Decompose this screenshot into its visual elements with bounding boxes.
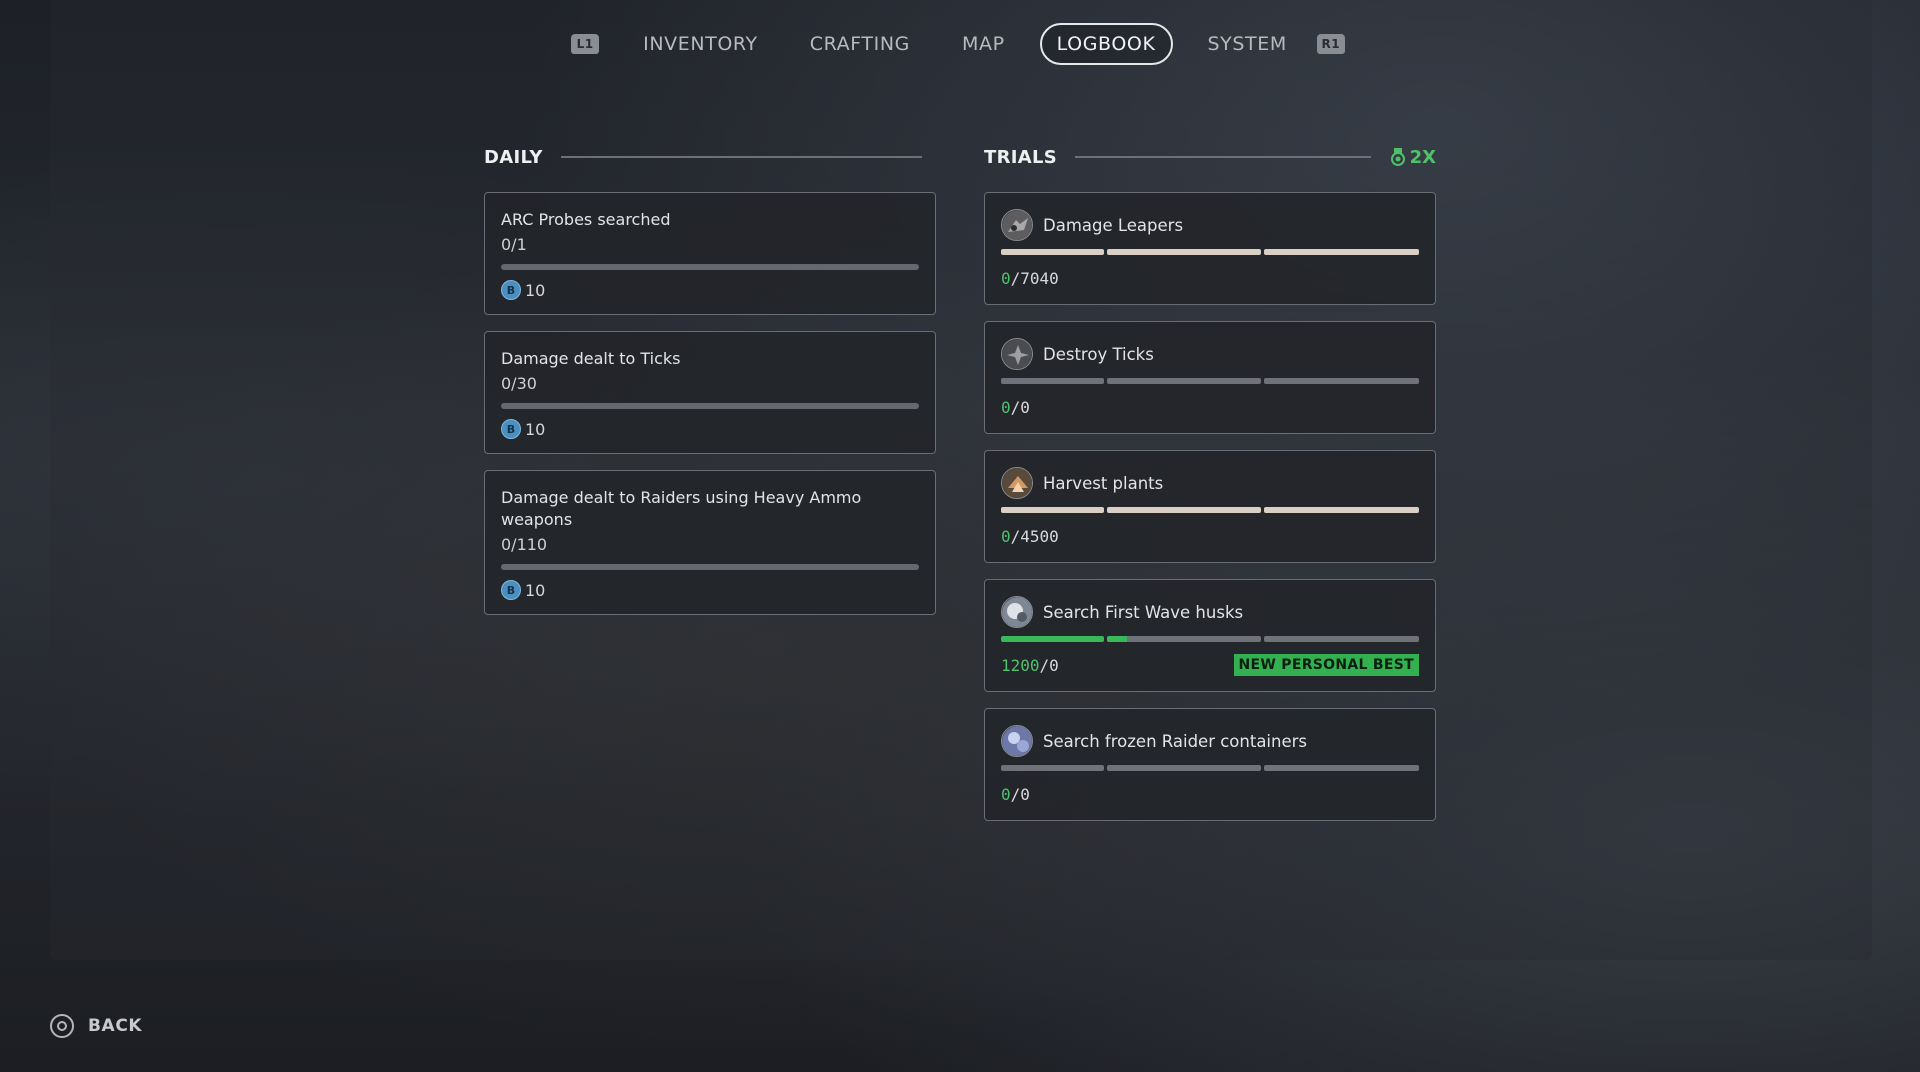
- coin-icon: B: [501, 580, 521, 600]
- trial-progress-segment: [1001, 378, 1104, 384]
- trial-current: 0: [1001, 526, 1011, 546]
- trial-progress-fill: [1106, 636, 1127, 642]
- trials-header: TRIALS 2X: [984, 140, 1436, 174]
- plant-icon: [1001, 467, 1033, 499]
- trial-progress-bar: [1001, 378, 1419, 384]
- trial-score: 0/4500: [1001, 526, 1059, 546]
- daily-header: DAILY: [484, 140, 936, 174]
- trial-card[interactable]: Harvest plants 0/4500: [984, 450, 1436, 563]
- tab-map[interactable]: MAP: [945, 23, 1022, 65]
- husk-icon: [1001, 596, 1033, 628]
- daily-progress-bar: [501, 403, 919, 409]
- trial-current: 0: [1001, 784, 1011, 804]
- trial-progress-segment: [1106, 765, 1262, 771]
- trial-progress-segment: [1264, 765, 1419, 771]
- daily-card-title: Damage dealt to Ticks: [501, 349, 681, 368]
- trial-target: 0: [1020, 397, 1030, 417]
- trial-target: 7040: [1020, 268, 1059, 288]
- personal-best-badge: NEW PERSONAL BEST: [1233, 654, 1419, 676]
- daily-section: DAILY ARC Probes searched 0/1 B 10 Damag…: [484, 140, 936, 631]
- daily-card-progress: 0/1: [501, 235, 527, 254]
- trial-name: Search frozen Raider containers: [1043, 731, 1307, 751]
- trial-progress-segment: [1264, 249, 1419, 255]
- trial-current: 1200: [1001, 655, 1040, 675]
- trial-target: 0: [1020, 784, 1030, 804]
- daily-divider: [560, 156, 922, 158]
- top-nav: L1 INVENTORY CRAFTING MAP LOGBOOK SYSTEM…: [0, 22, 1920, 66]
- trial-score: 0/0: [1001, 784, 1030, 804]
- logbook-panel-backdrop: [50, 0, 1872, 960]
- trials-multiplier: 2X: [1390, 146, 1436, 168]
- trial-current: 0: [1001, 397, 1011, 417]
- tab-system[interactable]: SYSTEM: [1191, 23, 1304, 65]
- trial-progress-bar: [1001, 249, 1419, 255]
- trial-current: 0: [1001, 268, 1011, 288]
- multiplier-value: 2X: [1409, 146, 1436, 168]
- trial-progress-bar: [1001, 765, 1419, 771]
- daily-progress-bar: [501, 264, 919, 270]
- trial-name: Harvest plants: [1043, 473, 1164, 493]
- trial-progress-segment: [1001, 249, 1104, 255]
- daily-reward-value: 10: [525, 280, 546, 300]
- trial-score: 0/7040: [1001, 268, 1059, 288]
- daily-card-progress: 0/30: [501, 374, 537, 393]
- trial-name: Destroy Ticks: [1043, 344, 1154, 364]
- trial-progress-segment: [1106, 507, 1262, 513]
- daily-reward: B 10: [501, 419, 919, 439]
- trial-target: 4500: [1020, 526, 1059, 546]
- trial-progress-segment: [1001, 636, 1104, 642]
- daily-reward-value: 10: [525, 419, 546, 439]
- circle-button-icon: [50, 1014, 74, 1038]
- trial-card[interactable]: Search frozen Raider containers 0/0: [984, 708, 1436, 821]
- daily-card-title: Damage dealt to Raiders using Heavy Ammo…: [501, 488, 862, 529]
- daily-card-progress: 0/110: [501, 535, 548, 554]
- trial-progress-segment: [1001, 765, 1104, 771]
- daily-card-title: ARC Probes searched: [501, 210, 671, 229]
- back-button[interactable]: BACK: [50, 1014, 142, 1038]
- trial-name: Damage Leapers: [1043, 215, 1184, 235]
- daily-card[interactable]: Damage dealt to Ticks 0/30 B 10: [484, 331, 936, 454]
- tick-icon: [1001, 338, 1033, 370]
- trial-progress-segment: [1264, 378, 1419, 384]
- trials-title: TRIALS: [984, 146, 1058, 168]
- daily-card[interactable]: ARC Probes searched 0/1 B 10: [484, 192, 936, 315]
- trial-progress-segment: [1106, 249, 1262, 255]
- daily-title: DAILY: [484, 146, 543, 168]
- trial-progress-segment: [1001, 507, 1104, 513]
- trial-progress-segment: [1264, 636, 1419, 642]
- trial-score: 1200/0: [1001, 655, 1059, 675]
- medal-icon: [1390, 148, 1405, 166]
- daily-reward: B 10: [501, 280, 919, 300]
- coin-icon: B: [501, 419, 521, 439]
- container-icon: [1001, 725, 1033, 757]
- trial-target: 0: [1049, 655, 1059, 675]
- coin-icon: B: [501, 280, 521, 300]
- tab-crafting[interactable]: CRAFTING: [793, 23, 927, 65]
- trial-name: Search First Wave husks: [1043, 602, 1244, 622]
- l1-button-icon[interactable]: L1: [571, 34, 600, 54]
- trial-progress-bar: [1001, 507, 1419, 513]
- trials-section: TRIALS 2X Damage Leapers 0/7040 Destroy …: [984, 140, 1436, 837]
- trial-progress-segment: [1264, 507, 1419, 513]
- tab-inventory[interactable]: INVENTORY: [626, 23, 775, 65]
- trial-progress-segment: [1106, 378, 1262, 384]
- r1-button-icon[interactable]: R1: [1316, 34, 1345, 54]
- trial-progress-segment: [1106, 636, 1262, 642]
- trial-card[interactable]: Damage Leapers 0/7040: [984, 192, 1436, 305]
- tab-logbook[interactable]: LOGBOOK: [1039, 23, 1173, 65]
- daily-reward-value: 10: [525, 580, 546, 600]
- back-label: BACK: [88, 1016, 143, 1036]
- trial-score: 0/0: [1001, 397, 1030, 417]
- trials-divider: [1075, 156, 1371, 158]
- trial-card[interactable]: Search First Wave husks 1200/0 NEW PERSO…: [984, 579, 1436, 692]
- trial-card[interactable]: Destroy Ticks 0/0: [984, 321, 1436, 434]
- daily-reward: B 10: [501, 580, 919, 600]
- leaper-icon: [1001, 209, 1033, 241]
- daily-card[interactable]: Damage dealt to Raiders using Heavy Ammo…: [484, 470, 936, 615]
- trial-progress-bar: [1001, 636, 1419, 642]
- daily-progress-bar: [501, 564, 919, 570]
